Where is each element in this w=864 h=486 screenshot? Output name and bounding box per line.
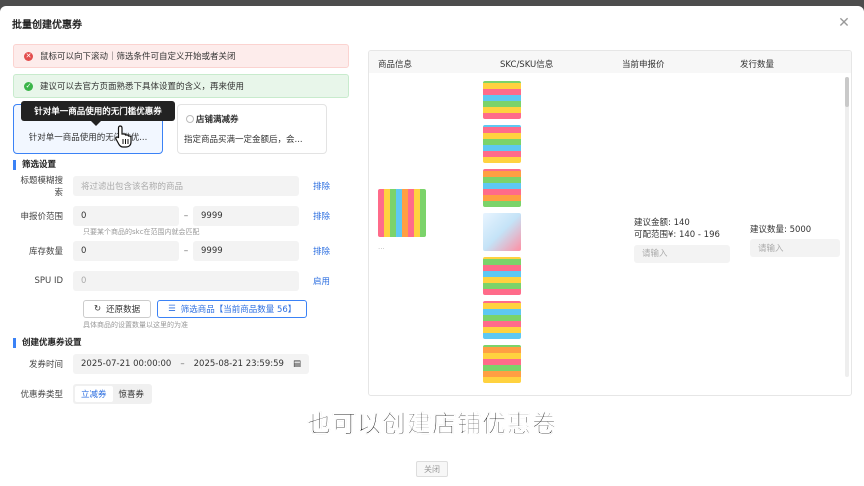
card-desc: 指定商品买满一定金额后，会... bbox=[184, 135, 303, 145]
sku-image bbox=[483, 345, 521, 383]
sku-image bbox=[483, 301, 521, 339]
left-panel: ✕ 鼠标可以向下滚动｜筛选条件可自定义开始或者关闭 ✓ 建议可以去官方页面熟悉下… bbox=[13, 44, 349, 464]
price-hint: 只要某个商品的skc在范围内就会匹配 bbox=[83, 228, 200, 236]
product-image bbox=[378, 189, 426, 237]
col-skc: SKC/SKU信息 bbox=[500, 60, 554, 70]
price-cell: 建议金额: 140 可配范围¥: 140 - 196 请输入 bbox=[634, 217, 730, 263]
alert-scroll-tip: ✕ 鼠标可以向下滚动｜筛选条件可自定义开始或者关闭 bbox=[13, 44, 349, 68]
type-row: 优惠券类型 立减券 惊喜券 bbox=[13, 384, 349, 404]
card-title: 店铺满减券 bbox=[196, 115, 239, 125]
quantity-input[interactable]: 请输入 bbox=[750, 239, 840, 257]
close-icon[interactable]: ✕ bbox=[836, 15, 852, 31]
sku-image bbox=[483, 125, 521, 163]
check-circle-icon: ✓ bbox=[24, 81, 33, 91]
price-range: 可配范围¥: 140 - 196 bbox=[634, 230, 720, 240]
video-caption: 也可以创建店铺优惠卷 bbox=[307, 410, 557, 439]
enable-toggle[interactable]: 启用 bbox=[313, 275, 330, 287]
col-issue: 发行数量 bbox=[740, 60, 775, 70]
table-scrollbar[interactable] bbox=[845, 77, 849, 377]
start-date: 2025-07-21 00:00:00 bbox=[81, 359, 172, 369]
field-label: 申报价范围 bbox=[20, 212, 63, 222]
spu-row: SPU ID 0 启用 bbox=[13, 271, 349, 291]
error-icon: ✕ bbox=[24, 51, 33, 61]
alert-docs-tip: ✓ 建议可以去官方页面熟悉下具体设置的含义，再来使用 bbox=[13, 74, 349, 98]
modal-header: 批量创建优惠券 ✕ bbox=[0, 6, 864, 40]
filter-label: 筛选商品【当前商品数量 56】 bbox=[180, 305, 297, 315]
filter-section-title: 筛选设置 bbox=[13, 160, 349, 170]
exclude-toggle[interactable]: 排除 bbox=[313, 180, 330, 192]
card-desc: 针对单一商品使用的无门槛优... bbox=[28, 133, 148, 143]
col-product: 商品信息 bbox=[378, 60, 413, 70]
field-label: 发券时间 bbox=[28, 360, 63, 370]
type-instant-reduce[interactable]: 立减券 bbox=[75, 386, 113, 402]
exclude-toggle[interactable]: 排除 bbox=[313, 245, 330, 257]
sku-image bbox=[483, 257, 521, 295]
field-label: 优惠券类型 bbox=[20, 390, 63, 400]
sku-image bbox=[483, 81, 521, 119]
coupon-card-store-discount[interactable]: 店铺满减券 指定商品买满一定金额后，会... bbox=[177, 104, 327, 154]
price-min-input[interactable]: 0 bbox=[73, 206, 179, 226]
issue-cell: 建议数量: 5000 请输入 bbox=[750, 223, 840, 257]
refresh-icon: ↻ bbox=[94, 304, 102, 314]
field-label: 标题模糊搜索 bbox=[20, 176, 63, 198]
modal-title: 批量创建优惠券 bbox=[12, 19, 82, 31]
price-max-input[interactable]: 9999 bbox=[193, 206, 299, 226]
stock-max-input[interactable]: 9999 bbox=[193, 241, 299, 261]
range-separator: – bbox=[183, 246, 189, 256]
suggested-price: 建议金额: 140 bbox=[634, 218, 690, 228]
field-label: 库存数量 bbox=[28, 247, 63, 257]
create-section-title: 创建优惠券设置 bbox=[13, 338, 349, 348]
list-icon: ☰ bbox=[168, 304, 176, 314]
reset-button[interactable]: ↻ 还原数据 bbox=[83, 300, 152, 318]
title-search-row: 标题模糊搜索 将过滤出包含该名称的商品 排除 bbox=[13, 176, 349, 198]
filter-hint: 具体商品的设置数量以这里的为准 bbox=[83, 321, 188, 329]
spu-input[interactable]: 0 bbox=[73, 271, 299, 291]
field-label: SPU ID bbox=[34, 276, 64, 286]
filter-products-button[interactable]: ☰ 筛选商品【当前商品数量 56】 bbox=[157, 300, 308, 318]
range-separator: – bbox=[180, 359, 185, 369]
filter-actions: ↻ 还原数据 ☰ 筛选商品【当前商品数量 56】 bbox=[13, 299, 349, 319]
type-surprise[interactable]: 惊喜券 bbox=[113, 386, 151, 402]
suggested-quantity: 建议数量: 5000 bbox=[750, 225, 812, 235]
date-range-picker[interactable]: 2025-07-21 00:00:00 – 2025-08-21 23:59:5… bbox=[73, 354, 309, 374]
alert-text: 建议可以去官方页面熟悉下具体设置的含义，再来使用 bbox=[40, 82, 245, 92]
hand-cursor-icon bbox=[115, 125, 132, 148]
scrollbar-thumb[interactable] bbox=[845, 77, 849, 107]
sku-image bbox=[483, 169, 521, 207]
product-table: 商品信息 SKC/SKU信息 当前申报价 发行数量 ... 建议金额: 140 … bbox=[368, 50, 852, 396]
col-price: 当前申报价 bbox=[622, 60, 665, 70]
reset-label: 还原数据 bbox=[106, 305, 141, 315]
stock-min-input[interactable]: 0 bbox=[73, 241, 179, 261]
radio-icon[interactable] bbox=[186, 115, 194, 123]
alert-text: 鼠标可以向下滚动｜筛选条件可自定义开始或者关闭 bbox=[40, 52, 236, 62]
title-search-input[interactable]: 将过滤出包含该名称的商品 bbox=[73, 176, 299, 196]
coupon-type-toggle: 立减券 惊喜券 bbox=[73, 384, 153, 404]
calendar-icon: ▤ bbox=[292, 359, 301, 369]
exclude-toggle[interactable]: 排除 bbox=[313, 210, 330, 222]
sku-image bbox=[483, 213, 521, 251]
tooltip: 针对单一商品使用的无门槛优惠券 bbox=[21, 101, 175, 126]
time-row: 发券时间 2025-07-21 00:00:00 – 2025-08-21 23… bbox=[13, 354, 349, 374]
range-separator: – bbox=[183, 211, 189, 221]
table-header: 商品信息 SKC/SKU信息 当前申报价 发行数量 bbox=[369, 51, 851, 73]
price-input[interactable]: 请输入 bbox=[634, 245, 730, 263]
stock-row: 库存数量 0 – 9999 排除 bbox=[13, 241, 349, 261]
close-button[interactable]: 关闭 bbox=[416, 461, 448, 477]
price-range-row: 申报价范围 0 – 9999 排除 bbox=[13, 206, 349, 226]
product-title: ... bbox=[378, 243, 385, 251]
end-date: 2025-08-21 23:59:59 bbox=[193, 359, 284, 369]
